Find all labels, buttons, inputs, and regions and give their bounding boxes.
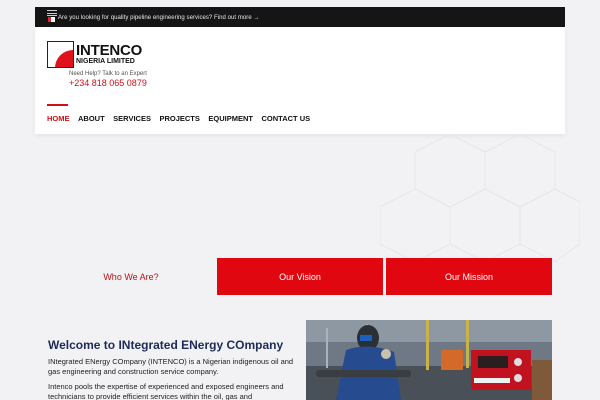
nav-item-equipment[interactable]: EQUIPMENT bbox=[208, 114, 253, 123]
brand-name[interactable]: INTENCO bbox=[76, 42, 142, 59]
intro-paragraph: INtegrated ENergy COmpany (INTENCO) is a… bbox=[48, 357, 294, 376]
nav-item-home[interactable]: HOME bbox=[47, 114, 70, 123]
main-nav: HOME ABOUT SERVICES PROJECTS EQUIPMENT C… bbox=[47, 114, 319, 123]
hexagon-pattern-decoration bbox=[380, 134, 580, 263]
tab-our-mission[interactable]: Our Mission bbox=[386, 258, 552, 295]
page: Are you looking for quality pipeline eng… bbox=[0, 0, 600, 400]
phone-link[interactable]: +234 818 065 0879 bbox=[69, 78, 147, 88]
nav-item-about[interactable]: ABOUT bbox=[78, 114, 105, 123]
logo-red-quarter bbox=[55, 50, 73, 67]
flag-icon bbox=[48, 17, 55, 22]
site-header: INTENCO NIGERIA LIMITED Need Help? Talk … bbox=[35, 27, 565, 134]
tab-our-vision[interactable]: Our Vision bbox=[217, 258, 383, 295]
welder-photo bbox=[306, 320, 552, 400]
help-text: Need Help? Talk to an Expert bbox=[69, 71, 147, 77]
expertise-paragraph: Intenco pools the expertise of experienc… bbox=[48, 382, 284, 400]
nav-item-contact-us[interactable]: CONTACT US bbox=[262, 114, 311, 123]
welcome-heading: Welcome to INtegrated ENergy COmpany bbox=[48, 338, 284, 352]
hamburger-icon[interactable] bbox=[47, 10, 57, 16]
intenco-logo-icon[interactable] bbox=[47, 41, 74, 68]
announcement-bar: Are you looking for quality pipeline eng… bbox=[35, 7, 565, 27]
nav-item-services[interactable]: SERVICES bbox=[113, 114, 151, 123]
tab-who-we-are[interactable]: Who We Are? bbox=[48, 258, 214, 295]
nav-item-projects[interactable]: PROJECTS bbox=[159, 114, 199, 123]
nav-active-indicator bbox=[47, 104, 68, 106]
brand-subtitle: NIGERIA LIMITED bbox=[76, 58, 135, 65]
announcement-link[interactable]: Are you looking for quality pipeline eng… bbox=[58, 15, 259, 21]
